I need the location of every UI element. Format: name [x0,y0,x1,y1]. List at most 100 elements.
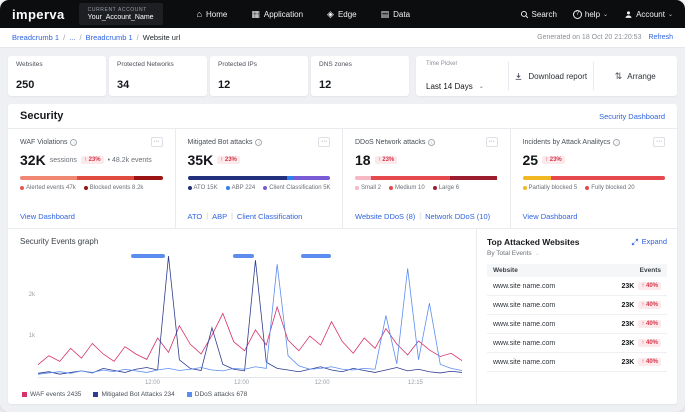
bar-segment [77,176,134,180]
metric-card-link[interactable]: ATO [188,212,203,221]
more-menu-icon[interactable]: ⋯ [653,137,665,147]
download-report-label: Download report [528,72,587,81]
metric-card-link[interactable]: View Dashboard [523,212,578,221]
table-row[interactable]: www.site name.com23K↑ 40% [487,277,667,296]
download-icon [514,72,523,81]
help-menu[interactable]: ? help ⌄ [573,10,608,19]
table-row[interactable]: www.site name.com23K↑ 40% [487,296,667,315]
legend-dot [355,186,359,190]
account-menu[interactable]: Account ⌄ [624,10,673,19]
more-menu-icon[interactable]: ⋯ [318,137,330,147]
legend-label: ATO 15K [194,185,218,191]
metric-links: View Dashboard [523,212,666,221]
bar-segment [450,176,497,180]
nav-item-edge[interactable]: ◈ Edge [327,10,357,19]
metric-legend: Partially blocked 5 Fully blocked 20 [523,185,666,191]
more-menu-icon[interactable]: ⋯ [486,137,498,147]
stat-value: 12 [319,79,401,91]
stat-card-protected-networks[interactable]: Protected Networks 34 [109,56,207,96]
nav-item-data[interactable]: ▤ Data [381,10,410,19]
breadcrumb-ellipsis[interactable]: ... [69,33,75,42]
nav-item-application[interactable]: ▦ Application [251,10,303,19]
user-icon [624,10,633,19]
metric-card-link[interactable]: Client Classification [237,212,302,221]
metric-title: DDoS Network attacks [355,139,425,146]
nav-label: Home [206,10,227,19]
stats-row: Websites 250 Protected Networks 34 Prote… [8,56,677,96]
current-account-name: Your_Account_Name [88,14,154,21]
events-cell: 23K↑ 40% [621,339,661,347]
current-account-label: CURRENT ACCOUNT [88,7,154,13]
bar-segment [371,176,451,180]
table-row[interactable]: www.site name.com23K↑ 40% [487,315,667,334]
info-icon[interactable]: i [70,139,77,146]
legend-label: Blocked events 8.2k [90,185,144,191]
download-report-button[interactable]: Download report [509,56,593,96]
metric-value: 18 [355,152,371,168]
breadcrumb-link[interactable]: Breadcrumb 1 [86,33,133,42]
chevron-down-icon: ⌄ [603,11,608,18]
legend-color-swatch [22,392,27,397]
metric-unit: sessions [50,157,77,164]
arrange-button[interactable]: ⇅ Arrange [594,56,678,96]
info-icon[interactable]: i [428,139,435,146]
events-value: 23K [621,340,634,347]
breadcrumb-separator: / [137,33,139,42]
legend-label: Large 6 [439,185,459,191]
imperva-logo: imperva [12,7,65,22]
legend-item: Small 2 [355,185,381,191]
stat-card-dns-zones[interactable]: DNS zones 12 [311,56,409,96]
imperva-dashboard: imperva CURRENT ACCOUNT Your_Account_Nam… [0,0,685,412]
metric-card-link[interactable]: Network DDoS (10) [425,212,490,221]
metric-card-ddos-attacks: DDoS Network attacks i ⋯ 18 ↑ 23% Small … [343,129,511,228]
metric-legend: ATO 15K ABP 224 Client Classification 5K [188,185,331,191]
sort-selector[interactable]: By Total Events ⌄ [487,250,667,257]
metric-card-link[interactable]: ABP [212,212,227,221]
metric-card-waf-violations: WAF Violations i ⋯ 32K sessions ↑ 23% • … [8,129,176,228]
time-picker[interactable]: Time Picker Last 14 Days ⌄ [416,56,508,96]
account-label: Account [636,10,665,19]
bar-segment [188,176,288,180]
security-header: Security Security Dashboard [8,104,677,129]
metric-value: 32K [20,152,46,168]
current-account-switcher[interactable]: CURRENT ACCOUNT Your_Account_Name [79,3,163,25]
security-dashboard-link[interactable]: Security Dashboard [599,112,665,121]
table-row[interactable]: www.site name.com23K↑ 40% [487,334,667,353]
search-icon [520,10,529,19]
bar-segment [523,176,552,180]
stat-card-protected-ips[interactable]: Protected IPs 12 [210,56,308,96]
sort-label: By Total Events [487,250,532,257]
legend-dot [389,186,393,190]
more-menu-icon[interactable]: ⋯ [151,137,163,147]
info-icon[interactable]: i [255,139,262,146]
chart-legend-item[interactable]: WAF events 2435 [22,391,81,398]
metric-card-link[interactable]: Website DDoS (8) [355,212,415,221]
legend-item: Medium 10 [389,185,425,191]
bar-segment [293,176,330,180]
search-button[interactable]: Search [520,10,557,19]
table-row[interactable]: www.site name.com23K↑ 40% [487,353,667,372]
info-icon[interactable]: i [613,139,620,146]
expand-button[interactable]: Expand [631,237,667,246]
breadcrumb-link[interactable]: Breadcrumb 1 [12,33,59,42]
stat-card-websites[interactable]: Websites 250 [8,56,106,96]
legend-item: Blocked events 8.2k [84,185,144,191]
stacked-bar [355,176,498,180]
metric-card-link[interactable]: View Dashboard [20,212,75,221]
x-axis-tick: 12:00 [145,380,160,386]
metric-title: Incidents by Attack Analitycs [523,139,611,146]
bar-segment [355,176,371,180]
x-axis-ticks: 12:0012:0012:0012:15 [38,379,462,388]
link-separator: | [206,213,208,220]
chart-plot-area[interactable]: 2k1k [38,254,462,378]
bar-segment [551,176,665,180]
table-header: Website Events [487,264,667,277]
legend-item: Large 6 [433,185,459,191]
events-value: 23K [621,359,634,366]
chart-legend-item[interactable]: Mitigated Bot Attacks 234 [93,391,174,398]
legend-label: Alerted events 47k [26,185,76,191]
nav-item-home[interactable]: ⌂ Home [197,10,228,19]
refresh-link[interactable]: Refresh [648,34,673,41]
metric-extra: • 48.2k events [108,157,152,164]
chart-legend-item[interactable]: DDoS attacks 678 [187,391,247,398]
